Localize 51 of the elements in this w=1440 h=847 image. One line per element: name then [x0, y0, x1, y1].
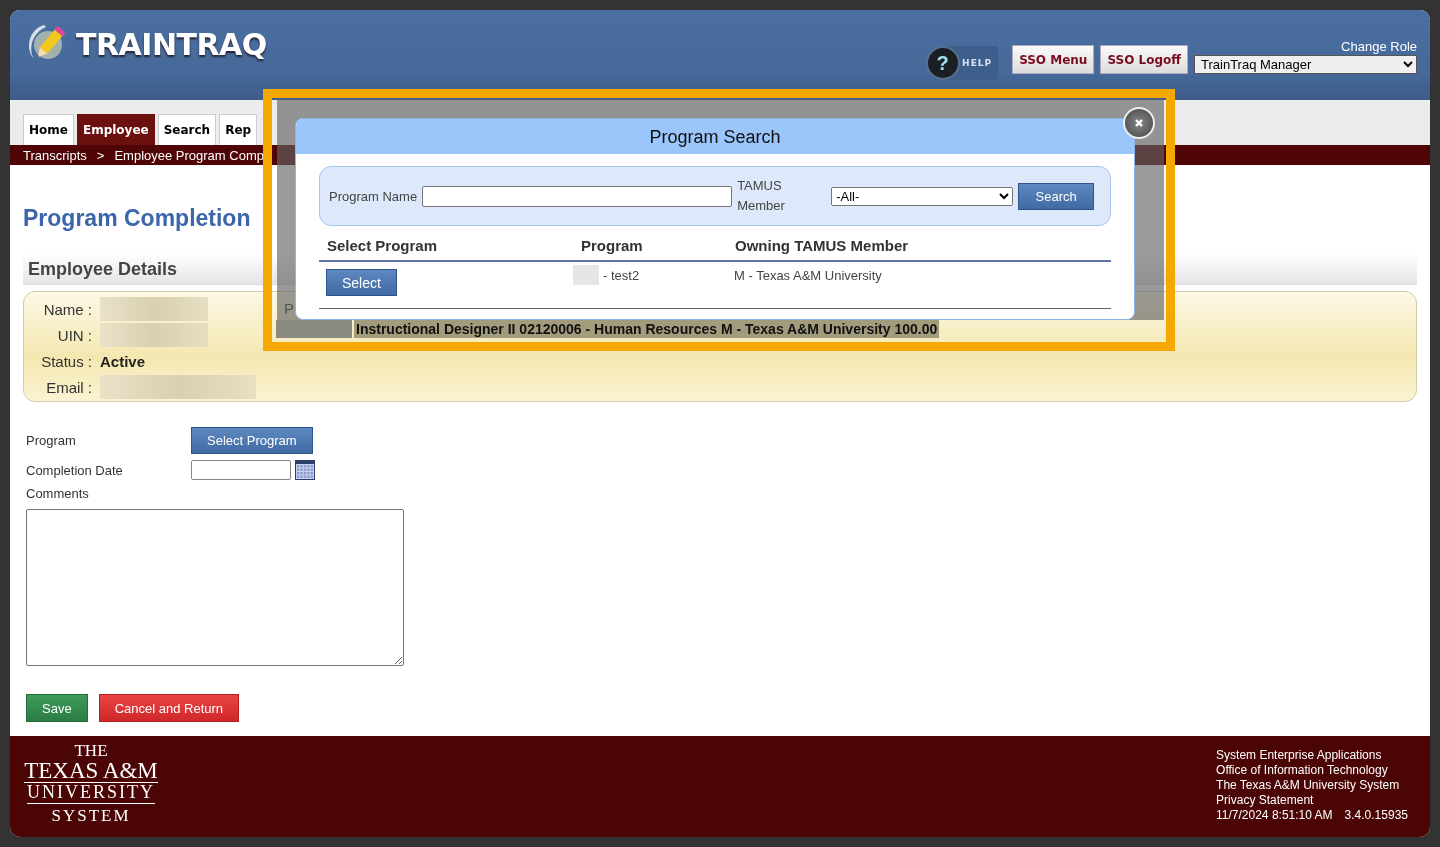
- comments-field[interactable]: [26, 509, 404, 666]
- dialog-title: Program Search: [296, 119, 1134, 154]
- redacted-value: [573, 265, 599, 285]
- column-header: Program: [581, 236, 643, 254]
- version-text: 3.4.0.15935: [1344, 808, 1408, 823]
- field-label: Completion Date: [26, 462, 124, 478]
- role-select[interactable]: TrainTraq Manager: [1194, 55, 1417, 74]
- university-logo: THE TEXAS A&M UNIVERSITY SYSTEM: [23, 742, 159, 827]
- field-label: Program: [26, 433, 77, 448]
- help-glyph: ?: [936, 52, 950, 74]
- breadcrumb-link[interactable]: Transcripts: [23, 147, 87, 163]
- page-title: Program Completion: [23, 205, 251, 232]
- sso-button[interactable]: SSO Menu: [1012, 45, 1095, 74]
- breadcrumb-link[interactable]: Employee Program Comp: [114, 147, 264, 163]
- footer-link[interactable]: The Texas A&M University System: [1216, 778, 1408, 793]
- nav-tab[interactable]: Employee: [76, 114, 155, 145]
- detail-label: Status :: [40, 352, 92, 370]
- table-cell: M - Texas A&M University: [734, 268, 882, 283]
- field-label: Comments: [26, 486, 90, 501]
- member-select[interactable]: -All-: [831, 186, 1014, 206]
- cancel-button[interactable]: Cancel and Return: [98, 694, 240, 722]
- program-name-field[interactable]: [422, 185, 733, 207]
- nav-tab[interactable]: Rep: [219, 114, 258, 145]
- detail-label: Email :: [45, 378, 92, 396]
- search-button[interactable]: Search: [1018, 182, 1095, 210]
- field-label: TAMUS Member: [737, 177, 786, 215]
- date-input-field[interactable]: [191, 460, 291, 480]
- column-header: Select Program: [327, 236, 438, 254]
- help-button[interactable]: ? HELP: [926, 46, 999, 80]
- select-program-button[interactable]: Select Program: [191, 427, 313, 454]
- nav-tab[interactable]: Home: [23, 114, 74, 145]
- save-button[interactable]: Save: [26, 694, 88, 722]
- detail-label: Name :: [42, 300, 92, 318]
- field-label: Program Name: [329, 188, 418, 204]
- app-logo-text: TRAINTRAQ: [76, 26, 267, 62]
- detail-value: Active: [100, 352, 146, 370]
- column-header: Owning TAMUS Member: [735, 236, 909, 254]
- footer-link[interactable]: Privacy Statement: [1216, 793, 1408, 808]
- breadcrumb-separator: >: [96, 147, 105, 163]
- detail-label: P: [284, 300, 295, 317]
- table-cell: - test2: [603, 268, 640, 285]
- detail-label: UIN :: [56, 326, 92, 344]
- calendar-icon[interactable]: [295, 460, 315, 480]
- change-role-label: Change Role: [1341, 39, 1417, 54]
- nav-tab[interactable]: Search: [157, 114, 217, 145]
- timestamp-text: 11/7/2024 8:51:10 AM: [1216, 808, 1333, 823]
- position-row-text: Instructional Designer II 02120006 - Human Resources M - Texas A&M University 100.00: [354, 320, 940, 338]
- select-button[interactable]: Select: [326, 269, 397, 296]
- footer-link[interactable]: System Enterprise Applications: [1216, 748, 1408, 763]
- sso-button[interactable]: SSO Logoff: [1100, 45, 1188, 74]
- footer-link[interactable]: Office of Information Technology: [1216, 763, 1408, 778]
